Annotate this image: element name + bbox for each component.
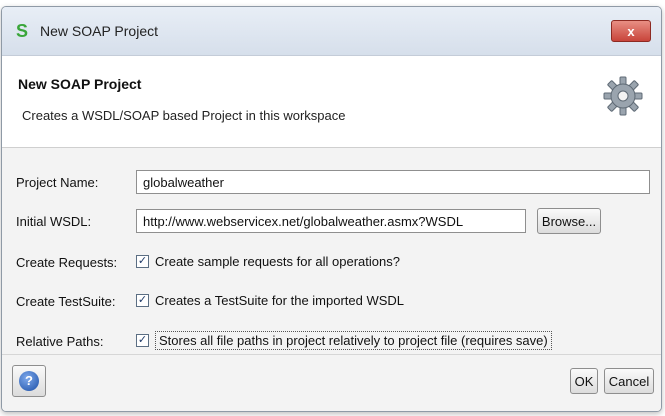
relative-paths-text: Stores all file paths in project relativ… bbox=[155, 331, 552, 350]
new-soap-project-dialog: S New SOAP Project x New SOAP Project Cr… bbox=[1, 6, 662, 412]
project-name-input[interactable] bbox=[136, 170, 650, 194]
soapui-s-icon: S bbox=[16, 21, 29, 41]
browse-label: Browse... bbox=[541, 213, 597, 229]
title-bar[interactable]: S New SOAP Project x bbox=[2, 7, 661, 56]
relative-paths-label: Relative Paths: bbox=[16, 334, 104, 349]
create-testsuite-checkbox[interactable]: ✓ bbox=[136, 294, 149, 307]
close-icon: x bbox=[627, 23, 635, 39]
gear-icon bbox=[603, 76, 643, 116]
close-button[interactable]: x bbox=[611, 20, 651, 42]
project-name-label: Project Name: bbox=[16, 175, 99, 190]
create-requests-option[interactable]: ✓ Create sample requests for all operati… bbox=[136, 254, 400, 269]
relative-paths-checkbox[interactable]: ✓ bbox=[136, 334, 149, 347]
create-requests-label: Create Requests: bbox=[16, 255, 118, 270]
ok-button[interactable]: OK bbox=[570, 368, 598, 394]
create-testsuite-text: Creates a TestSuite for the imported WSD… bbox=[155, 293, 405, 308]
initial-wsdl-input[interactable] bbox=[136, 209, 526, 233]
dialog-footer: ? OK Cancel bbox=[2, 354, 661, 411]
project-form: Project Name: Initial WSDL: Browse... Cr… bbox=[2, 148, 661, 358]
create-testsuite-label: Create TestSuite: bbox=[16, 294, 116, 309]
create-testsuite-option[interactable]: ✓ Creates a TestSuite for the imported W… bbox=[136, 293, 404, 308]
cancel-label: Cancel bbox=[608, 373, 650, 389]
browse-button[interactable]: Browse... bbox=[537, 208, 601, 234]
ok-label: OK bbox=[574, 373, 594, 389]
header-title: New SOAP Project bbox=[18, 76, 142, 92]
window-title: New SOAP Project bbox=[40, 23, 159, 39]
create-requests-checkbox[interactable]: ✓ bbox=[136, 255, 149, 268]
dialog-header: New SOAP Project Creates a WSDL/SOAP bas… bbox=[2, 56, 661, 148]
header-description: Creates a WSDL/SOAP based Project in thi… bbox=[22, 108, 346, 123]
relative-paths-option[interactable]: ✓ Stores all file paths in project relat… bbox=[136, 331, 552, 350]
help-icon: ? bbox=[19, 371, 39, 391]
help-button[interactable]: ? bbox=[12, 365, 46, 397]
initial-wsdl-label: Initial WSDL: bbox=[16, 214, 92, 229]
cancel-button[interactable]: Cancel bbox=[604, 368, 654, 394]
create-requests-text: Create sample requests for all operation… bbox=[155, 254, 400, 269]
